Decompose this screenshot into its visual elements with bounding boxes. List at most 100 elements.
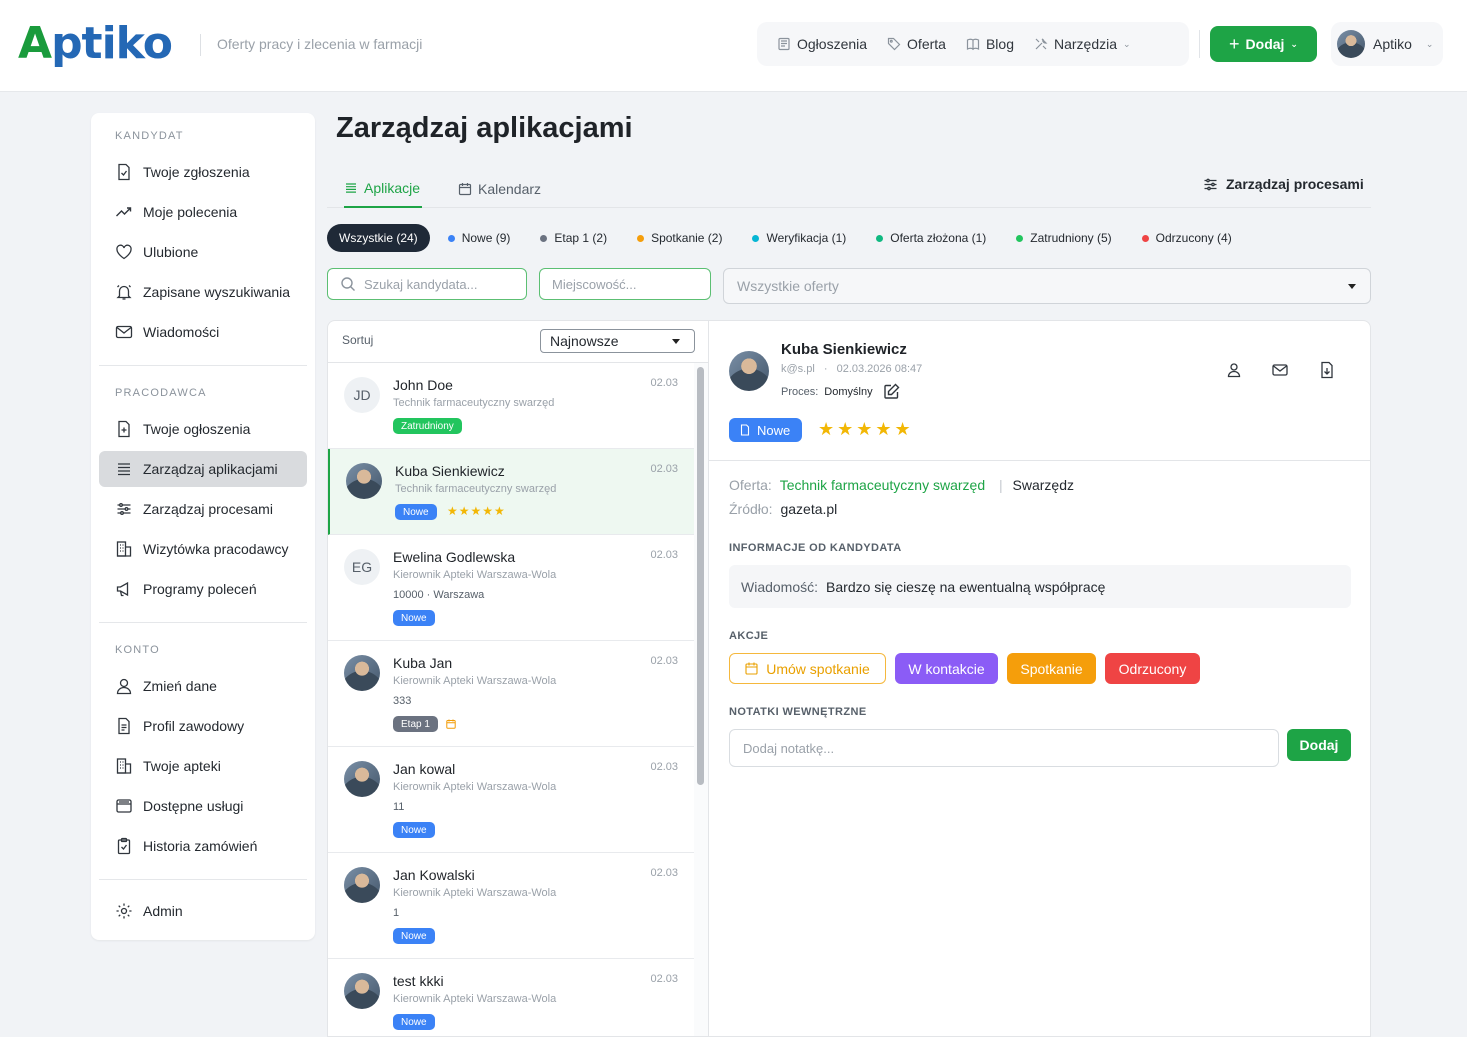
candidate-job: Kierownik Apteki Warszawa-Wola [393, 887, 557, 899]
document-check-icon [115, 163, 133, 181]
caret-down-icon [1348, 283, 1356, 289]
sidebar-item-twoje-ogloszenia[interactable]: Twoje ogłoszenia [99, 411, 307, 447]
schedule-meeting-button[interactable]: Umów spotkanie [729, 653, 886, 684]
sidebar-item-profil-zawodowy[interactable]: Profil zawodowy [99, 708, 307, 744]
status-filters: Wszystkie (24) Nowe (9) Etap 1 (2) Spotk… [327, 224, 1244, 252]
sidebar-item-moje-polecenia[interactable]: Moje polecenia [99, 194, 307, 230]
stack-icon [344, 181, 358, 195]
status-badge[interactable]: Nowe [729, 418, 803, 442]
offers-select[interactable]: Wszystkie oferty [723, 268, 1371, 304]
sidebar-item-programy-polecen[interactable]: Programy poleceń [99, 571, 307, 607]
list-item[interactable]: test kkki 02.03 Kierownik Apteki Warszaw… [328, 959, 694, 1036]
filter-wszystkie[interactable]: Wszystkie (24) [327, 224, 430, 252]
nav-item-narzedzia[interactable]: Narzędzia ⌄ [1026, 27, 1139, 61]
sidebar-item-ulubione[interactable]: Ulubione [99, 234, 307, 270]
sidebar-item-wizytowka-pracodawcy[interactable]: Wizytówka pracodawcy [99, 531, 307, 567]
tab-aplikacje[interactable]: Aplikacje [344, 170, 422, 208]
candidate-date: 02.03 [650, 463, 678, 475]
filter-odrzucony[interactable]: Odrzucony (4) [1130, 224, 1244, 252]
search-input[interactable]: Szukaj kandydata... [327, 268, 527, 300]
sidebar-item-zmien-dane[interactable]: Zmień dane [99, 668, 307, 704]
building-icon [115, 757, 133, 775]
profile-icon[interactable] [1225, 361, 1243, 379]
sidebar: KANDYDAT Twoje zgłoszenia Moje polecenia… [91, 113, 315, 940]
sidebar-item-zarzadzaj-aplikacjami[interactable]: Zarządzaj aplikacjami [99, 451, 307, 487]
download-cv-icon[interactable] [1318, 361, 1336, 379]
list-item[interactable]: JD John Doe 02.03 Technik farmaceutyczny… [328, 363, 694, 449]
filter-etap-1[interactable]: Etap 1 (2) [528, 224, 619, 252]
sidebar-item-wiadomosci[interactable]: Wiadomości [99, 314, 307, 350]
note-input[interactable]: Dodaj notatkę... [729, 729, 1279, 767]
rating-stars[interactable]: ★★★★★ [818, 419, 914, 440]
offer-row: Oferta: Technik farmaceutyczny swarzęd |… [729, 477, 1074, 493]
candidate-extra: 1 [393, 907, 400, 919]
clipboard-check-icon [115, 837, 133, 855]
scrollbar-thumb[interactable] [697, 367, 704, 785]
section-title: INFORMACJE OD KANDYDATA [729, 542, 902, 554]
page-title: Zarządzaj aplikacjami [336, 112, 633, 144]
list-item[interactable]: EG Ewelina Godlewska 02.03 Kierownik Apt… [328, 535, 694, 641]
nav-item-blog[interactable]: Blog [958, 27, 1022, 61]
avatar [729, 351, 769, 391]
reject-button[interactable]: Odrzucony [1105, 653, 1200, 684]
candidate-name: Jan Kowalski [393, 867, 475, 883]
filter-zatrudniony[interactable]: Zatrudniony (5) [1004, 224, 1123, 252]
sidebar-item-historia-zamowien[interactable]: Historia zamówień [99, 828, 307, 864]
candidate-name: Kuba Sienkiewicz [395, 463, 505, 479]
list-header: Sortuj Najnowsze [328, 321, 708, 363]
top-bar: Aptiko Oferty pracy i zlecenia w farmacj… [0, 0, 1467, 92]
filter-weryfikacja[interactable]: Weryfikacja (1) [740, 224, 858, 252]
candidate-job: Technik farmaceutyczny swarzęd [393, 397, 555, 409]
sliders-icon [1203, 177, 1218, 192]
candidate-job: Technik farmaceutyczny swarzęd [395, 483, 557, 495]
status-dot [540, 234, 548, 242]
list-item[interactable]: Kuba Jan 02.03 Kierownik Apteki Warszawa… [328, 641, 694, 747]
city-input[interactable]: Miejscowość... [539, 268, 711, 300]
list-item[interactable]: Jan kowal 02.03 Kierownik Apteki Warszaw… [328, 747, 694, 853]
offer-link[interactable]: Technik farmaceutyczny swarzęd [780, 477, 985, 493]
nav-item-ogloszenia[interactable]: Ogłoszenia [769, 27, 875, 61]
list-item[interactable]: Kuba Sienkiewicz 02.03 Technik farmaceut… [328, 449, 694, 535]
sidebar-item-twoje-zgloszenia[interactable]: Twoje zgłoszenia [99, 154, 307, 190]
sidebar-item-admin[interactable]: Admin [99, 893, 307, 929]
tab-kalendarz[interactable]: Kalendarz [458, 170, 541, 208]
edit-icon[interactable] [883, 383, 900, 400]
filter-oferta-zlozona[interactable]: Oferta złożona (1) [864, 224, 998, 252]
add-note-button[interactable]: Dodaj [1287, 729, 1351, 761]
status-dot [637, 234, 645, 242]
filter-nowe[interactable]: Nowe (9) [436, 224, 523, 252]
list-item[interactable]: Jan Kowalski 02.03 Kierownik Apteki Wars… [328, 853, 694, 959]
sidebar-item-dostepne-uslugi[interactable]: Dostępne usługi [99, 788, 307, 824]
sort-label: Sortuj [342, 333, 374, 347]
candidate-name: test kkki [393, 973, 444, 989]
manage-processes-button[interactable]: Zarządzaj procesami [1203, 176, 1364, 192]
main-nav: Ogłoszenia Oferta Blog Narzędzia ⌄ [757, 22, 1189, 66]
stack-icon [115, 460, 133, 478]
bell-icon [115, 283, 133, 301]
newspaper-icon [777, 37, 791, 51]
candidate-date: 02.03 [650, 761, 678, 773]
sidebar-item-zarzadzaj-procesami[interactable]: Zarządzaj procesami [99, 491, 307, 527]
nav-item-oferta[interactable]: Oferta [879, 27, 954, 61]
filter-spotkanie[interactable]: Spotkanie (2) [625, 224, 734, 252]
aptiko-logo[interactable]: Aptiko [18, 18, 173, 70]
add-button[interactable]: + Dodaj ⌄ [1210, 26, 1317, 62]
status-badge: Zatrudniony [393, 418, 462, 434]
sidebar-item-zapisane-wyszukiwania[interactable]: Zapisane wyszukiwania [99, 274, 307, 310]
sort-select[interactable]: Najnowsze [540, 329, 695, 353]
sidebar-item-twoje-apteki[interactable]: Twoje apteki [99, 748, 307, 784]
avatar [344, 655, 380, 691]
in-contact-button[interactable]: W kontakcie [895, 653, 998, 684]
trending-up-icon [115, 203, 133, 221]
avatar: EG [344, 549, 380, 585]
meeting-button[interactable]: Spotkanie [1007, 653, 1096, 684]
plus-icon: + [1229, 34, 1240, 54]
calendar-icon [458, 182, 472, 196]
status-badge: Nowe [393, 1014, 435, 1030]
candidate-job: Kierownik Apteki Warszawa-Wola [393, 569, 557, 581]
source-value: gazeta.pl [780, 501, 838, 517]
user-menu[interactable]: Aptiko ⌄ [1331, 22, 1443, 66]
candidate-date: 02.03 [650, 867, 678, 879]
mail-icon[interactable] [1271, 361, 1289, 379]
candidate-job: Kierownik Apteki Warszawa-Wola [393, 781, 557, 793]
